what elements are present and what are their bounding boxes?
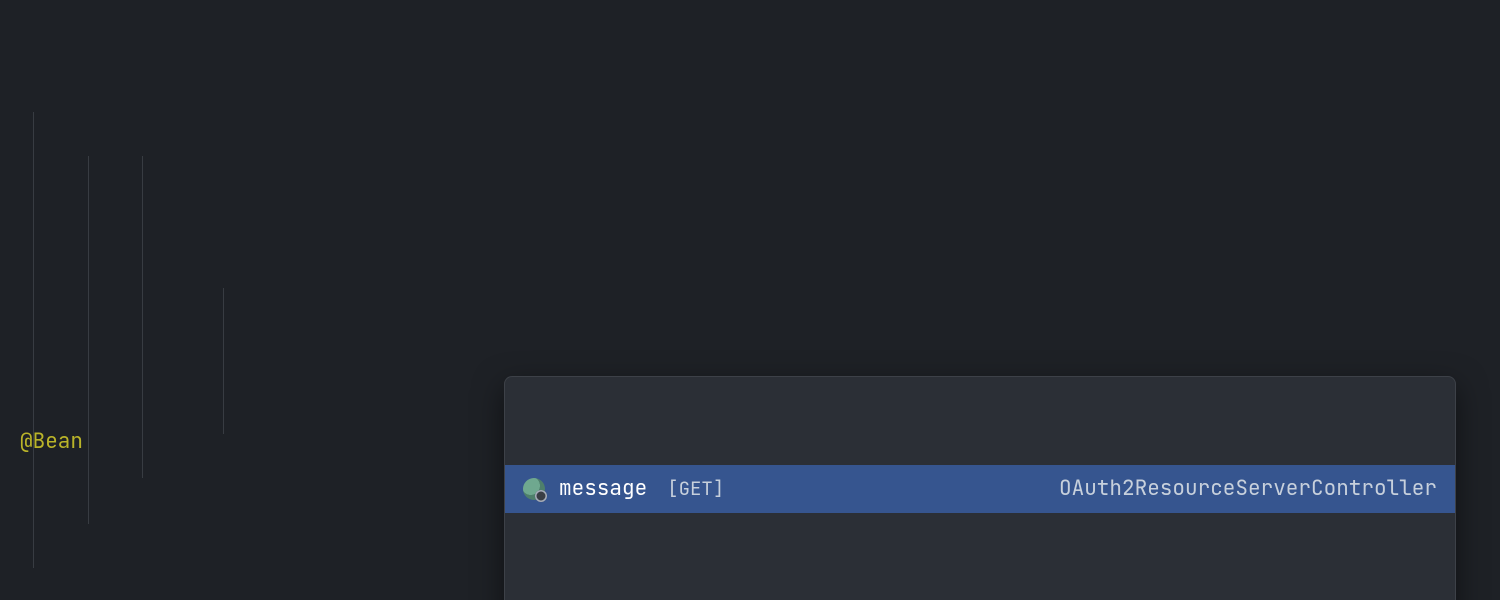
completion-item[interactable]: message [GET] OAuth2ResourceServerContro… — [505, 465, 1455, 513]
annotation-bean: @Bean — [20, 428, 83, 455]
code-editor[interactable]: @Bean public SecurityFilterChain filterC… — [0, 0, 1500, 600]
completion-name: message — [559, 467, 647, 511]
completion-popup[interactable]: message [GET] OAuth2ResourceServerContro… — [504, 376, 1456, 600]
completion-origin-class: OAuth2ResourceServerController — [1059, 467, 1437, 511]
completion-http-method: [GET] — [667, 467, 724, 511]
endpoint-icon — [523, 478, 545, 500]
